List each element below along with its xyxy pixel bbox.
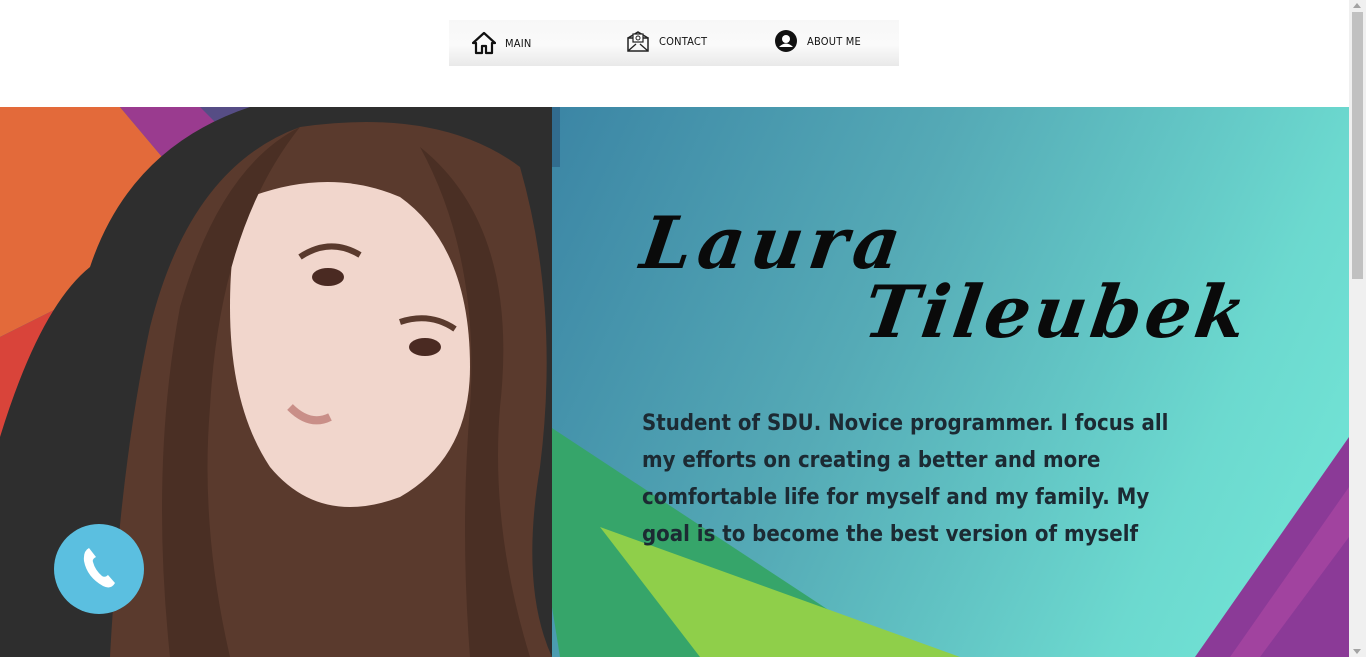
nav-label-about: ABOUT ME xyxy=(807,34,861,48)
call-button[interactable] xyxy=(54,524,144,614)
home-icon xyxy=(471,30,497,56)
phone-icon xyxy=(79,545,119,594)
nav-label-main: MAIN xyxy=(505,36,532,50)
user-icon xyxy=(773,28,799,54)
hero-section: Laura Tileubek Student of SDU. Novice pr… xyxy=(0,107,1349,657)
page-scrollbar[interactable] xyxy=(1349,0,1366,657)
nav-item-contact[interactable]: CONTACT xyxy=(625,18,707,64)
scroll-down-arrow-icon[interactable] xyxy=(1353,649,1361,654)
nav-label-contact: CONTACT xyxy=(659,34,708,48)
hero-bio: Student of SDU. Novice programmer. I foc… xyxy=(642,411,1169,547)
mail-icon xyxy=(625,28,651,54)
hero-last-name: Tileubek xyxy=(859,269,1256,354)
scroll-thumb[interactable] xyxy=(1352,12,1363,279)
nav-item-about[interactable]: ABOUT ME xyxy=(773,18,861,64)
top-nav: MAIN CONTACT ABOUT ME xyxy=(449,20,899,66)
scroll-up-arrow-icon[interactable] xyxy=(1353,3,1361,8)
nav-item-main[interactable]: MAIN xyxy=(471,20,531,66)
